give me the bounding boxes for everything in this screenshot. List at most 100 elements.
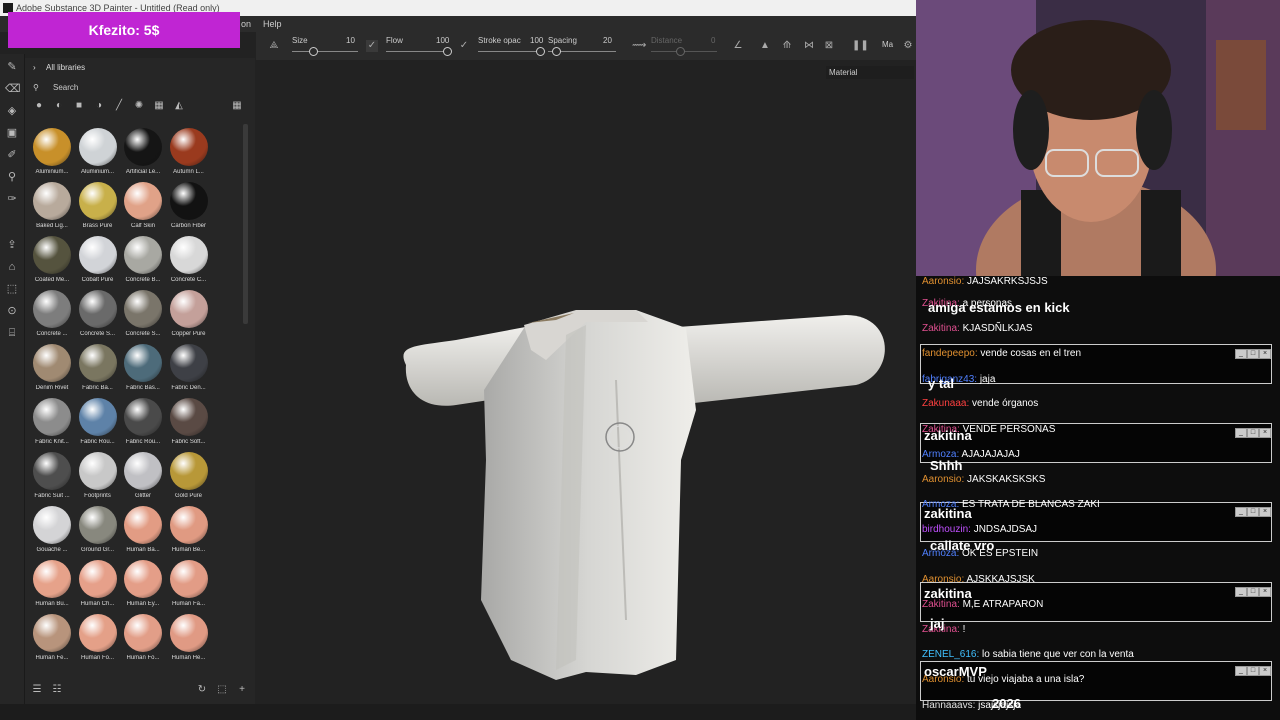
material-thumbnail[interactable]: Human Fo... (120, 614, 166, 668)
search-input[interactable]: Search (53, 80, 78, 96)
material-thumbnail[interactable]: Gold Pure (166, 452, 212, 506)
export-icon[interactable]: ⇪ (5, 238, 19, 252)
smudge-tool[interactable]: ✐ (5, 148, 19, 162)
material-thumbnail[interactable]: Cobalt Pure (75, 236, 121, 290)
minimize-icon[interactable]: _ (1235, 349, 1247, 359)
clone-tool[interactable]: ⚲ (5, 170, 19, 184)
menu-item-help[interactable]: Help (263, 16, 282, 32)
material-thumbnail[interactable]: Fabric Rou... (120, 398, 166, 452)
maximize-icon[interactable]: □ (1247, 349, 1259, 359)
pen-pressure-flow-icon[interactable]: ✓ (458, 40, 470, 52)
stroke-opacity-value[interactable]: 100 (530, 36, 543, 45)
brush-settings-icon[interactable]: ⋈ (803, 40, 815, 52)
material-thumbnail[interactable]: Concrete S... (75, 290, 121, 344)
material-thumbnail[interactable]: Baked Lig... (29, 182, 75, 236)
import-icon[interactable]: ⬚ (216, 684, 228, 696)
size-slider[interactable] (292, 51, 358, 52)
stroke-opacity-slider-handle[interactable] (536, 47, 545, 56)
environment-filter-icon[interactable]: ◭ (173, 100, 185, 112)
size-value[interactable]: 10 (346, 36, 355, 45)
chat-username[interactable]: fandepeepo: (922, 348, 978, 359)
minimize-icon[interactable]: _ (1235, 587, 1247, 597)
material-thumbnail[interactable]: Concrete S... (120, 290, 166, 344)
material-thumbnail[interactable]: Aluminium... (29, 128, 75, 182)
refresh-icon[interactable]: ↻ (196, 684, 208, 696)
camera-icon[interactable]: ⊙ (5, 304, 19, 318)
angle-icon[interactable]: ∠ (732, 40, 744, 52)
wrap-icon[interactable]: ⊠ (823, 40, 835, 52)
material-thumbnail[interactable]: Concrete B... (120, 236, 166, 290)
material-thumbnail[interactable]: Fabric Suit ... (29, 452, 75, 506)
library-selector[interactable]: All libraries (46, 58, 85, 78)
material-thumbnail[interactable]: Autumn L... (166, 128, 212, 182)
material-thumbnail[interactable]: Human Fe... (29, 614, 75, 668)
folder-icon[interactable]: ⌸ (5, 326, 19, 340)
mask-filter-icon[interactable]: ■ (73, 100, 85, 112)
material-thumbnail[interactable]: Fabric Knit... (29, 398, 75, 452)
maximize-icon[interactable]: □ (1247, 428, 1259, 438)
material-thumbnail[interactable]: Copper Pure (166, 290, 212, 344)
material-thumbnail[interactable]: Fabric Bas... (120, 344, 166, 398)
material-thumbnail[interactable]: Footprints (75, 452, 121, 506)
mirror-icon[interactable]: ▲ (759, 40, 771, 52)
list-view-icon[interactable]: ☰ (31, 684, 43, 696)
spacing-value[interactable]: 20 (603, 36, 612, 45)
picker-tool[interactable]: ✑ (5, 192, 19, 206)
settings-icon[interactable]: ⚙ (902, 40, 914, 52)
tiling-icon[interactable]: ⟰ (781, 40, 793, 52)
material-thumbnail[interactable]: Denim Rivet (29, 344, 75, 398)
3d-viewport[interactable]: Material (256, 60, 916, 704)
material-thumbnail[interactable]: Human He... (166, 614, 212, 668)
chat-username[interactable]: birdhouzin: (922, 524, 971, 535)
add-icon[interactable]: + (236, 684, 248, 696)
flow-slider-handle[interactable] (443, 47, 452, 56)
chat-username[interactable]: Aaronsio: (922, 474, 964, 485)
material-thumbnail[interactable]: Carbon Fiber (166, 182, 212, 236)
close-icon[interactable]: × (1259, 666, 1271, 676)
material-thumbnail[interactable]: Human Be... (166, 506, 212, 560)
material-thumbnail[interactable]: Concrete C... (166, 236, 212, 290)
material-thumbnail[interactable]: Gouache ... (29, 506, 75, 560)
minimize-icon[interactable]: _ (1235, 507, 1247, 517)
material-thumbnail[interactable]: Calf Skin (120, 182, 166, 236)
chat-username[interactable]: Aaronsio: (922, 574, 964, 585)
material-thumbnail[interactable]: Concrete ... (29, 290, 75, 344)
spacing-slider-handle[interactable] (552, 47, 561, 56)
minimize-icon[interactable]: _ (1235, 428, 1247, 438)
chat-username[interactable]: Aaronsio: (922, 276, 964, 287)
chat-username[interactable]: Zakunaaa: (922, 398, 969, 409)
material-thumbnail[interactable]: Glitter (120, 452, 166, 506)
shirt-model[interactable] (256, 60, 916, 704)
size-slider-handle[interactable] (309, 47, 318, 56)
lazy-mouse-icon[interactable]: ⟿ (632, 40, 646, 52)
render-icon[interactable]: ⬚ (5, 282, 19, 296)
minimize-icon[interactable]: _ (1235, 666, 1247, 676)
material-thumbnail[interactable]: Aluminium... (75, 128, 121, 182)
chevron-right-icon[interactable]: › (33, 58, 36, 78)
chat-username[interactable]: ZENEL_616: (922, 649, 979, 660)
grid-view-icon[interactable]: ▦ (231, 100, 243, 112)
maximize-icon[interactable]: □ (1247, 587, 1259, 597)
grid-filter-icon[interactable]: ▦ (153, 100, 165, 112)
material-thumbnail[interactable]: Brass Pure (75, 182, 121, 236)
mode-label[interactable]: Ma (882, 40, 893, 49)
material-thumbnail[interactable]: Fabric Den... (166, 344, 212, 398)
material-thumbnail[interactable]: Human Ba... (120, 506, 166, 560)
shelf-search[interactable]: ⚲ Search (33, 80, 247, 96)
material-thumbnail[interactable]: Ground Gr... (75, 506, 121, 560)
bake-icon[interactable]: ⌂ (5, 260, 19, 274)
material-thumbnail[interactable]: Human Fa... (166, 560, 212, 614)
material-thumbnail[interactable]: Human Ch... (75, 560, 121, 614)
material-thumbnail[interactable]: Human Bu... (29, 560, 75, 614)
pen-pressure-size-icon[interactable]: ✓ (366, 40, 378, 52)
chat-username[interactable]: Hannaaavs: (922, 700, 975, 711)
brush-filter-icon[interactable]: ╱ (113, 100, 125, 112)
material-thumbnail[interactable]: Human Fo... (75, 614, 121, 668)
chat-username[interactable]: Zakitina: (922, 323, 960, 334)
maximize-icon[interactable]: □ (1247, 666, 1259, 676)
close-icon[interactable]: × (1259, 507, 1271, 517)
texture-filter-icon[interactable]: ◑ (93, 100, 105, 112)
geometry-fill-tool[interactable]: ▣ (5, 126, 19, 140)
particle-filter-icon[interactable]: ✺ (133, 100, 145, 112)
flow-value[interactable]: 100 (436, 36, 449, 45)
